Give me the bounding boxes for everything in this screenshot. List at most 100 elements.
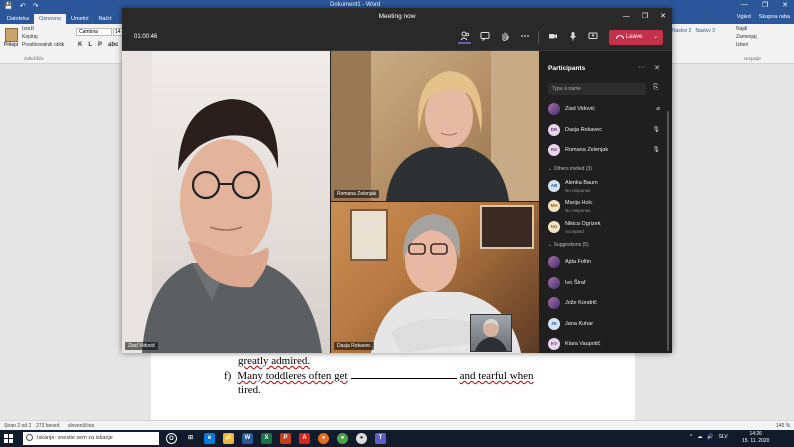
leave-button[interactable]: Leave ⌄ bbox=[609, 30, 663, 45]
video-tile[interactable]: Romana Zelenjak bbox=[331, 51, 539, 201]
participant-name: Ajda Foltin bbox=[565, 259, 591, 265]
task-view-icon[interactable]: ⊞ bbox=[185, 433, 196, 444]
avatar: JK bbox=[548, 317, 560, 330]
doc-line[interactable]: tired. bbox=[238, 384, 261, 396]
strikethrough-button[interactable]: abc bbox=[108, 42, 118, 48]
windows-start-icon[interactable] bbox=[4, 434, 13, 443]
cut-button[interactable]: Izreži bbox=[22, 26, 64, 32]
restore-icon[interactable]: ❐ bbox=[762, 1, 768, 9]
participant-row[interactable]: RZ Romana Zelenjak 🎙 bbox=[548, 140, 666, 161]
panel-scrollbar[interactable] bbox=[667, 111, 669, 351]
edge-icon[interactable]: e bbox=[204, 433, 215, 444]
excel-app-icon[interactable]: X bbox=[261, 433, 272, 444]
underline-button[interactable]: P bbox=[98, 42, 102, 48]
tab-file[interactable]: Datoteka bbox=[2, 16, 34, 24]
mic-icon: 🎙 bbox=[652, 147, 660, 153]
participants-title: Participants bbox=[548, 65, 586, 72]
share-screen-icon[interactable] bbox=[586, 31, 599, 44]
cortana-icon[interactable]: O bbox=[166, 433, 177, 444]
avatar: RZ bbox=[548, 144, 560, 156]
participant-row[interactable]: AF Ajda Foltin bbox=[548, 252, 666, 273]
restore-icon[interactable]: ❐ bbox=[642, 8, 648, 25]
taskbar-search-box[interactable]: Iskanje: vnesite sem za iskanje bbox=[23, 432, 159, 445]
participant-name-label: Romana Zelenjak bbox=[334, 190, 380, 198]
doc-line-f[interactable]: f) Many toddleres often get and tearful wh… bbox=[224, 370, 534, 382]
others-invited-header[interactable]: ⌄ Others invited (3) bbox=[548, 161, 666, 176]
self-preview-video[interactable] bbox=[470, 314, 512, 352]
paste-button[interactable]: Prilepi bbox=[3, 28, 19, 48]
close-icon[interactable]: ✕ bbox=[782, 1, 788, 9]
video-tile[interactable]: Ziad Vidović bbox=[122, 51, 330, 353]
undo-icon[interactable]: ↶ bbox=[20, 2, 26, 10]
firefox-app-icon[interactable]: ● bbox=[318, 433, 329, 444]
participant-search-input[interactable]: Type a name bbox=[548, 83, 646, 95]
participants-icon[interactable] bbox=[458, 31, 471, 44]
style-heading-3[interactable]: Naslov 3 bbox=[695, 28, 714, 34]
onedrive-icon[interactable]: ☁ bbox=[697, 434, 702, 440]
participant-row[interactable]: ZV Ziad Vidović ⌀ bbox=[548, 99, 666, 120]
participant-row[interactable]: JK Jože Kondrič bbox=[548, 293, 666, 314]
font-name-select[interactable]: Cambria bbox=[76, 28, 112, 36]
participant-row[interactable]: KV Klara Vaupotič bbox=[548, 334, 666, 355]
raise-hand-icon[interactable] bbox=[498, 31, 511, 44]
share-invite-icon[interactable]: ⎘ bbox=[653, 84, 659, 92]
file-explorer-icon[interactable]: 📁 bbox=[223, 433, 234, 444]
replace-button[interactable]: Zamenjaj bbox=[736, 34, 757, 40]
volume-icon[interactable]: 🔊 bbox=[707, 434, 713, 440]
participant-status: Accepted bbox=[565, 228, 584, 234]
acrobat-app-icon[interactable]: A bbox=[299, 433, 310, 444]
tab-insert[interactable]: Umetni bbox=[66, 16, 93, 24]
meeting-title: Meeting now bbox=[378, 13, 416, 20]
close-panel-icon[interactable]: ✕ bbox=[654, 64, 660, 72]
suggestions-header[interactable]: ⌄ Suggestions (5) bbox=[548, 237, 666, 252]
minimize-icon[interactable]: — bbox=[623, 8, 630, 25]
word-count[interactable]: 273 besed bbox=[36, 423, 59, 429]
bold-button[interactable]: K bbox=[78, 42, 82, 48]
participant-row[interactable]: IS Ivo Štraf bbox=[548, 273, 666, 294]
powerpoint-app-icon[interactable]: P bbox=[280, 433, 291, 444]
participant-row[interactable]: DR Dasja Rokavec 🎙 bbox=[548, 120, 666, 141]
chevron-down-icon[interactable]: ⌄ bbox=[653, 30, 658, 45]
page-count[interactable]: Stran 2 od 2 bbox=[4, 423, 31, 429]
redo-icon[interactable]: ↷ bbox=[33, 2, 39, 10]
word-app-icon[interactable]: W bbox=[242, 433, 253, 444]
format-buttons: K L P abc bbox=[78, 42, 118, 48]
windows-taskbar: Iskanje: vnesite sem za iskanje O ⊞ e 📁 … bbox=[0, 430, 794, 447]
participant-row[interactable]: AB Alenka Baum No response bbox=[548, 176, 666, 197]
clock-time: 14:26 bbox=[749, 431, 762, 437]
doc-text: and tearful when bbox=[459, 370, 534, 382]
tab-design[interactable]: Načrt bbox=[93, 16, 116, 24]
format-painter-button[interactable]: Preslikovalnik oblik bbox=[22, 42, 64, 48]
close-icon[interactable]: ✕ bbox=[660, 8, 666, 25]
language-icon[interactable]: SLV bbox=[719, 434, 728, 440]
more-options-icon[interactable]: ··· bbox=[638, 64, 645, 72]
copy-button[interactable]: Kopiraj bbox=[22, 34, 64, 40]
more-icon[interactable] bbox=[518, 31, 531, 44]
style-heading-2[interactable]: Naslov 2 bbox=[672, 28, 691, 34]
find-button[interactable]: Najdi bbox=[736, 26, 757, 32]
tab-view[interactable]: Vgled bbox=[737, 14, 751, 20]
taskbar-search-placeholder: Iskanje: vnesite sem za iskanje bbox=[37, 435, 113, 441]
camera-icon[interactable] bbox=[546, 31, 559, 44]
taskbar-clock[interactable]: 14:26 15. 11. 2020 bbox=[742, 431, 769, 445]
editing-group-label: Urejanje bbox=[744, 56, 761, 61]
teams-app-icon[interactable]: T bbox=[375, 433, 386, 444]
language-indicator[interactable]: slovenščina bbox=[68, 423, 94, 429]
tray-expand-icon[interactable]: ^ bbox=[690, 434, 692, 440]
mic-icon[interactable] bbox=[566, 31, 579, 44]
app-icon[interactable]: ● bbox=[356, 433, 367, 444]
select-button[interactable]: Izberi bbox=[736, 42, 757, 48]
participant-row[interactable]: NO Nikica Ogrizek Accepted bbox=[548, 217, 666, 238]
doc-line[interactable]: greatly admired. bbox=[238, 355, 310, 367]
doc-text: Many toddleres often get bbox=[237, 370, 348, 382]
italic-button[interactable]: L bbox=[88, 42, 92, 48]
zoom-level[interactable]: 140 % bbox=[776, 423, 790, 429]
chat-icon[interactable] bbox=[478, 31, 491, 44]
tab-home[interactable]: Osnovno bbox=[34, 14, 67, 24]
save-icon[interactable]: 💾 bbox=[4, 2, 13, 10]
participant-row[interactable]: JK Jana Kuhar bbox=[548, 314, 666, 335]
minimize-icon[interactable]: — bbox=[741, 1, 748, 9]
participant-row[interactable]: MH Marija Holc No response bbox=[548, 196, 666, 217]
chrome-app-icon[interactable]: ● bbox=[337, 433, 348, 444]
share-button[interactable]: Skupna raba bbox=[759, 14, 790, 20]
